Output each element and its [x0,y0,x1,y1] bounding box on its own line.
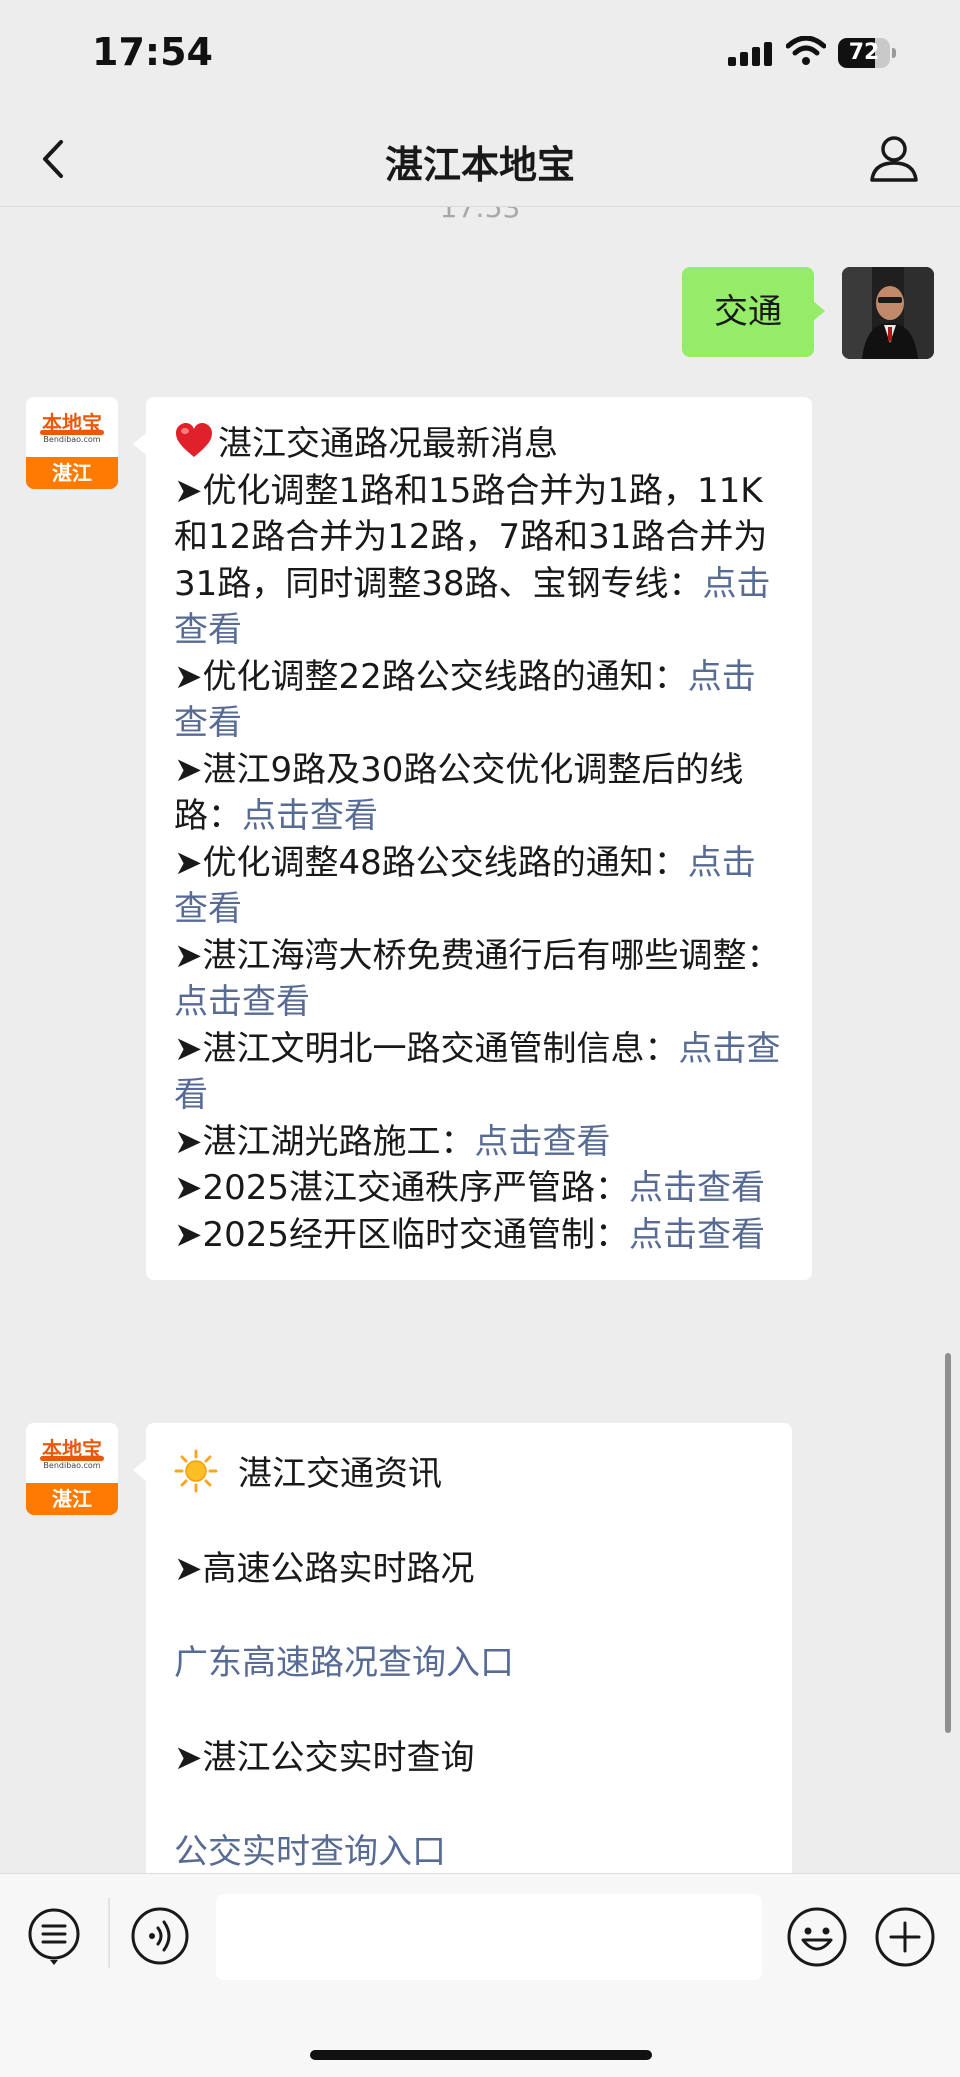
received-message-bubble[interactable]: 湛江交通路况最新消息 ➤优化调整1路和15路合并为1路，11K和12路合并为12… [146,397,812,1280]
user-avatar[interactable] [842,267,934,359]
view-link[interactable]: 点击查看 [629,1215,765,1255]
received-bubble-tail [133,433,146,455]
page-title: 湛江本地宝 [384,143,575,187]
menu-icon[interactable] [26,1906,82,1966]
nav-bar: 湛江本地宝 [0,110,960,207]
sent-bubble-tail [812,300,825,322]
battery-level: 72 [848,40,880,65]
received-message-bubble[interactable]: 湛江交通资讯 ➤高速公路实时路况 广东高速路况查询入口 ➤湛江公交实时查询 公交… [146,1423,792,1873]
highway-status-link[interactable]: 广东高速路况查询入口 [174,1643,514,1683]
status-time: 17:54 [92,30,213,74]
input-bar [0,1873,960,2077]
message-timestamp: 17:53 [439,207,521,224]
sent-message-bubble[interactable]: 交通 [682,267,814,357]
view-link[interactable]: 点击查看 [242,796,378,836]
message-title: 湛江交通资讯 [238,1454,442,1494]
message-input[interactable] [216,1894,762,1980]
bot-avatar[interactable]: 本地宝 Bendibao.com 湛江 [26,1423,118,1515]
divider [108,1898,110,1968]
battery-icon: 72 [838,38,896,68]
section-heading: ➤湛江公交实时查询 [174,1737,475,1778]
news-item: ➤优化调整1路和15路合并为1路，11K和12路合并为12路，7路和31路合并为… [174,470,771,651]
wifi-icon [786,36,826,65]
sun-icon [174,1449,218,1493]
emoji-icon[interactable] [786,1906,848,1968]
plus-icon[interactable] [874,1906,936,1968]
news-item: ➤湛江文明北一路交通管制信息：点击查看 [174,1028,781,1116]
news-item: ➤优化调整48路公交线路的通知：点击查看 [174,842,756,930]
status-bar: 17:54 72 [0,0,960,110]
news-item: ➤湛江湖光路施工：点击查看 [174,1121,611,1162]
view-link[interactable]: 点击查看 [475,1122,611,1162]
message-title-line: 湛江交通路况最新消息 [174,415,786,468]
person-icon[interactable] [866,130,922,186]
voice-icon[interactable] [130,1906,190,1966]
message-title: 湛江交通路况最新消息 [218,424,558,464]
chat-area[interactable]: 17:53 交通 本地宝 Bendibao.com 湛江 湛江交通路况最新消息 … [0,207,960,1873]
heart-icon [176,423,212,457]
view-link[interactable]: 点击查看 [629,1168,765,1208]
avatar-logo-sub: Bendibao.com [43,435,101,444]
section-heading: ➤高速公路实时路况 [174,1548,475,1589]
cellular-signal-icon [728,42,772,66]
news-item: ➤2025湛江交通秩序严管路：点击查看 [174,1168,766,1208]
bus-realtime-link[interactable]: 公交实时查询入口 [174,1832,446,1872]
news-item: ➤湛江海湾大桥免费通行后有哪些调整：点击查看 [174,935,781,1023]
scrollbar[interactable] [945,1353,951,1733]
news-item: ➤2025经开区临时交通管制：点击查看 [174,1214,766,1255]
news-item: ➤优化调整22路公交线路的通知：点击查看 [174,656,756,744]
avatar-logo-sub: Bendibao.com [43,1461,101,1470]
view-link[interactable]: 点击查看 [174,982,310,1022]
bot-avatar[interactable]: 本地宝 Bendibao.com 湛江 [26,397,118,489]
home-indicator[interactable] [310,2050,652,2060]
avatar-city: 湛江 [26,457,118,489]
news-item: ➤湛江9路及30路公交优化调整后的线路：点击查看 [174,749,744,837]
avatar-city: 湛江 [26,1483,118,1515]
received-bubble-tail [133,1459,146,1481]
message-title-line: 湛江交通资讯 [174,1441,766,1498]
